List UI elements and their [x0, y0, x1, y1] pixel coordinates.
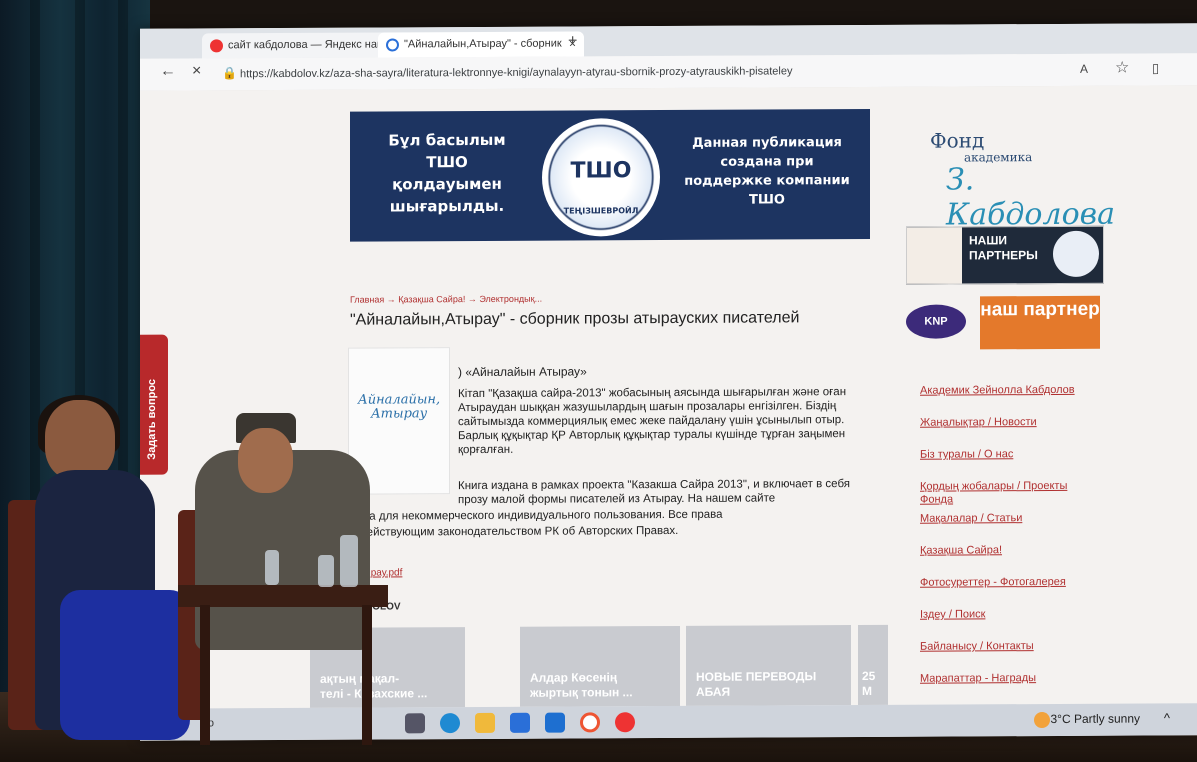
tray-chevron-icon[interactable]: ^: [1164, 710, 1170, 725]
table-leg: [200, 605, 210, 745]
sidebar-menu: Академик Зейнолла Кабдолов Жаңалықтар / …: [920, 384, 1100, 705]
yandex-browser-icon[interactable]: [580, 712, 600, 733]
related-card[interactable]: 25 М: [858, 624, 888, 706]
paragraph-ru-1: Книга издана в рамках проекта "Казакша С…: [458, 478, 851, 507]
yandex-icon: [210, 39, 223, 53]
sidebar-link[interactable]: Қазақша Сайра!: [920, 544, 1100, 577]
man-face: [238, 428, 293, 493]
windows-taskbar: По 3°C Partly sunny ^: [140, 703, 1197, 741]
water-glass: [318, 555, 334, 587]
sidebar-link[interactable]: Қордың жобалары / Проекты Фонда: [920, 480, 1100, 513]
stop-button[interactable]: ×: [192, 62, 201, 80]
sidebar-link[interactable]: Мақалалар / Статьи: [920, 512, 1100, 545]
sidebar-link[interactable]: Фотосуреттер - Фотогалерея: [920, 576, 1100, 609]
page-title: "Айналайын,Атырау" - сборник прозы атыра…: [350, 309, 800, 329]
knp-partner-banner[interactable]: KNP наш партнер: [906, 295, 1102, 350]
task-view-icon[interactable]: [405, 713, 425, 734]
paragraph-ru-2: дставлена для некоммерческого индивидуал…: [320, 508, 723, 523]
breadcrumb[interactable]: Главная → Қазақша Сайра! → Электрондық..…: [350, 294, 542, 305]
tab-label: сайт кабдолова — Яндекс наш: [228, 38, 386, 52]
tab-kabdolov[interactable]: "Айналайын,Атырау" - сборник ×: [378, 31, 584, 58]
sidebar-link[interactable]: Байланысу / Контакты: [920, 640, 1100, 673]
store-icon[interactable]: [510, 712, 530, 733]
tco-logo-small: [1053, 230, 1099, 277]
file-explorer-icon[interactable]: [475, 712, 495, 734]
table: [178, 585, 388, 607]
weather-icon: [1034, 712, 1050, 729]
banner-kz-text: Бұл басылым ТШО қолдауымен шығарылды.: [388, 130, 506, 216]
sidebar-link[interactable]: Марапаттар - Награды: [920, 672, 1100, 705]
edge-icon[interactable]: [440, 713, 460, 734]
sidebar-link[interactable]: Жаңалықтар / Новости: [920, 416, 1100, 449]
new-tab-button[interactable]: +: [568, 32, 577, 50]
water-glass: [265, 550, 279, 585]
read-aloud-icon[interactable]: A: [1080, 62, 1088, 76]
mail-icon[interactable]: [545, 712, 565, 733]
fund-logo[interactable]: Фонд академика З. Кабдолова: [906, 128, 1115, 232]
banner-ru-text: Данная публикация создана при поддержке …: [684, 135, 850, 208]
yandex-icon[interactable]: [615, 712, 635, 733]
water-bottle: [340, 535, 358, 587]
book-heading: ) «Айналайын Атырау»: [458, 364, 587, 380]
tco-banner: Бұл басылым ТШО қолдауымен шығарылды. ТШ…: [350, 108, 870, 242]
tab-label: "Айналайын,Атырау" - сборник: [404, 37, 562, 51]
woman-speaker: [45, 400, 115, 480]
tco-logo: ТШО ТЕҢІЗШЕВРОЙЛ: [542, 118, 660, 237]
our-partners-banner[interactable]: НАШИ ПАРТНЕРЫ: [906, 225, 1104, 285]
paragraph-kz: Кітап "Қазақша сайра-2013" жобасының аяс…: [458, 386, 847, 457]
sidebar-link[interactable]: Іздеу / Поиск: [920, 608, 1100, 641]
loading-icon: [386, 38, 399, 52]
woman-dress: [60, 590, 190, 740]
ask-question-tab[interactable]: Задать вопрос: [140, 334, 168, 475]
sidebar-link[interactable]: Біз туралы / О нас: [920, 448, 1100, 481]
back-button[interactable]: ←: [160, 63, 176, 81]
related-card[interactable]: НОВЫЕ ПЕРЕВОДЫ АБАЯ: [686, 625, 851, 706]
sidebar-link[interactable]: Академик Зейнолла Кабдолов: [920, 384, 1100, 417]
tab-yandex[interactable]: сайт кабдолова — Яндекс наш ×: [202, 32, 398, 59]
url-field[interactable]: https://kabdolov.kz/aza-sha-sayra/litera…: [240, 59, 1060, 85]
lock-icon: 🔒: [222, 66, 237, 81]
related-card[interactable]: Алдар Көсенің жыртық тонын ...: [520, 625, 680, 707]
favorite-star-icon[interactable]: ☆: [1115, 58, 1129, 78]
paragraph-ru-3: ищены действующим законодательством РК о…: [320, 524, 679, 539]
partner-logo: [907, 227, 962, 284]
split-view-icon[interactable]: ▯: [1152, 60, 1159, 76]
table-leg: [362, 605, 372, 745]
weather-status[interactable]: 3°C Partly sunny: [1050, 712, 1140, 726]
